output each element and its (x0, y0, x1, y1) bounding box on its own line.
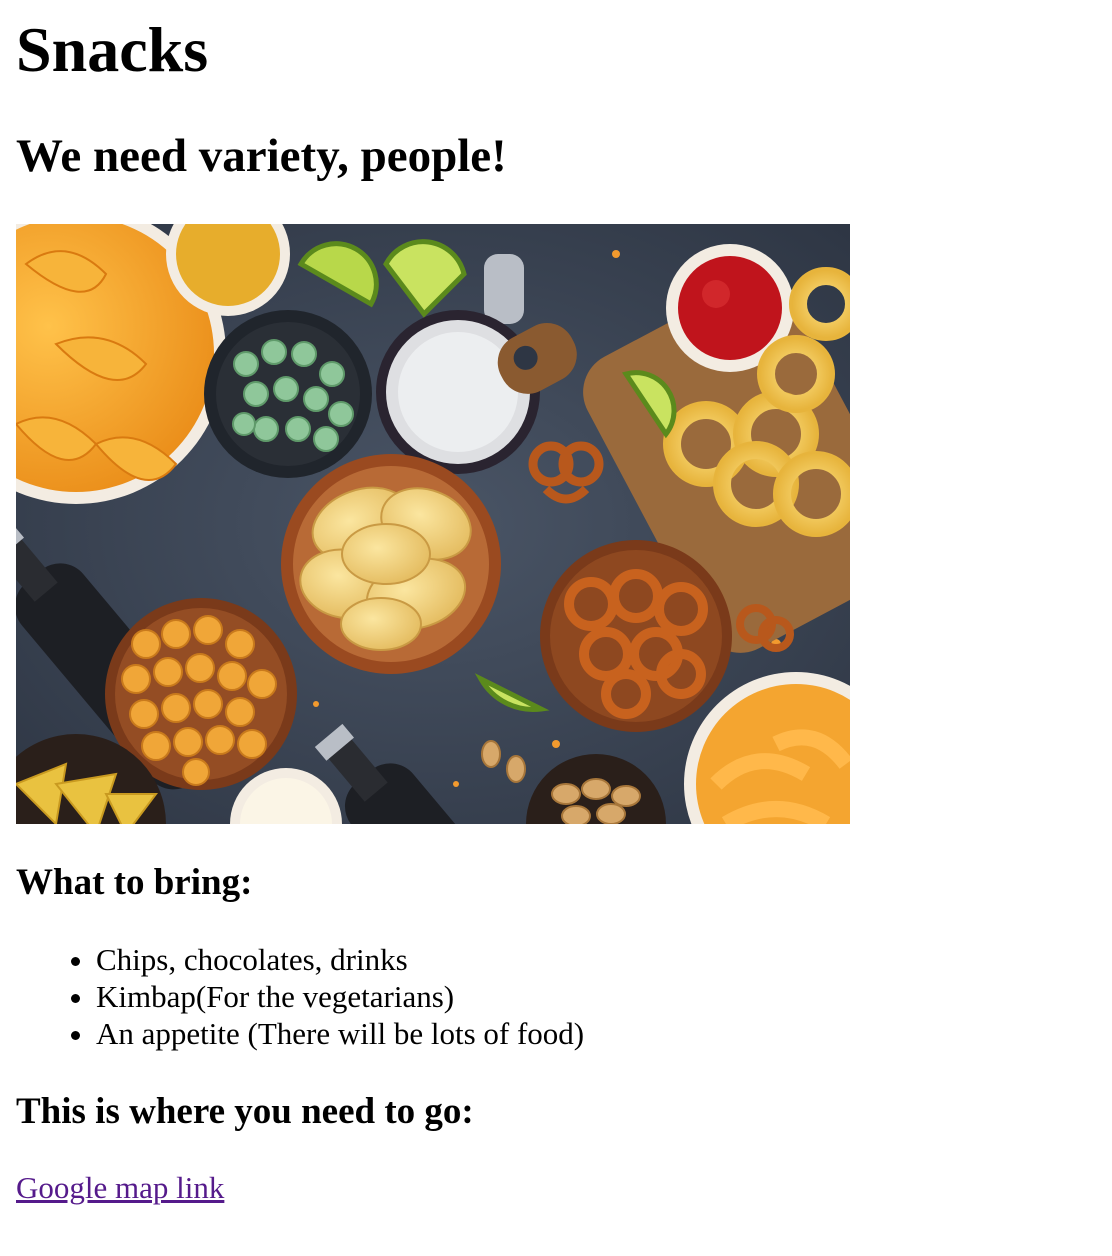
bring-list: Chips, chocolates, drinks Kimbap(For the… (16, 941, 584, 1052)
list-item: Chips, chocolates, drinks (96, 941, 584, 978)
page-subtitle: We need variety, people! (16, 130, 507, 182)
what-to-bring-heading: What to bring: (16, 862, 253, 903)
location-heading: This is where you need to go: (16, 1091, 474, 1132)
list-item: An appetite (There will be lots of food) (96, 1015, 584, 1052)
snacks-photo (16, 224, 850, 824)
page-title: Snacks (16, 14, 209, 85)
list-item: Kimbap(For the vegetarians) (96, 978, 584, 1015)
google-map-link[interactable]: Google map link (16, 1168, 224, 1208)
